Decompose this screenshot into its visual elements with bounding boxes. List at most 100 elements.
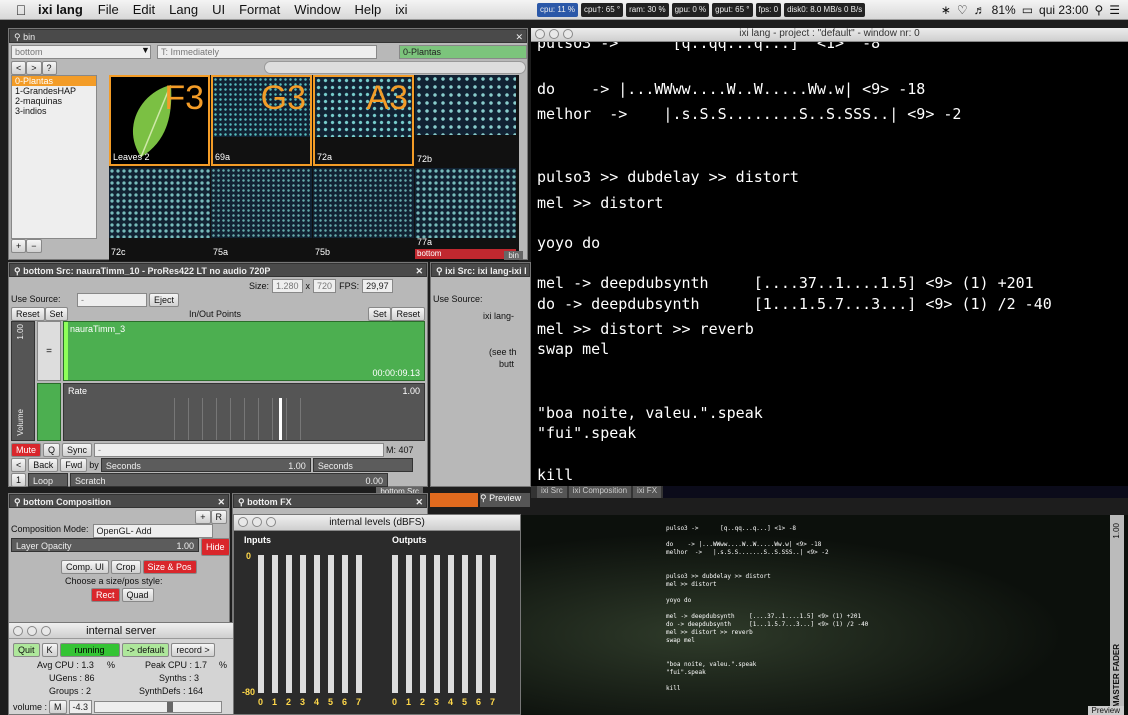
code-line[interactable]: do -> deepdubsynth [1...1.5.7...3...] <9… bbox=[537, 295, 1052, 313]
hide-button[interactable]: Hide bbox=[201, 538, 230, 556]
folder-item[interactable]: 2-maquinas bbox=[12, 96, 96, 106]
remove-folder-button[interactable]: − bbox=[26, 239, 42, 253]
quad-button[interactable]: Quad bbox=[121, 588, 154, 602]
size-pos-button[interactable]: Size & Pos bbox=[142, 560, 197, 574]
use-source-select[interactable]: - bbox=[77, 293, 147, 307]
loop-select[interactable]: Loop bbox=[28, 473, 69, 487]
notification-center-icon[interactable]: ☰ bbox=[1109, 3, 1120, 17]
prev-button[interactable]: < bbox=[11, 61, 27, 75]
apple-icon[interactable]:  bbox=[10, 2, 32, 18]
seconds-slider[interactable]: Seconds 1.00 bbox=[100, 458, 311, 472]
window-controls[interactable] bbox=[535, 29, 577, 42]
menu-file[interactable]: File bbox=[91, 2, 126, 17]
rect-button[interactable]: Rect bbox=[91, 588, 120, 602]
thumbnail[interactable]: 75b bbox=[313, 168, 414, 259]
close-icon[interactable]: ✕ bbox=[515, 30, 523, 44]
set-out-button[interactable]: Set bbox=[367, 307, 392, 321]
add-folder-button[interactable]: + bbox=[11, 239, 27, 253]
folder-select[interactable]: 0-Plantas bbox=[399, 45, 527, 59]
thumbnail[interactable]: G3 69a bbox=[211, 75, 312, 166]
menu-ixi[interactable]: ixi bbox=[388, 2, 414, 17]
sync-button[interactable]: Sync bbox=[62, 443, 93, 457]
code-line[interactable]: mel >> distort >> reverb bbox=[537, 320, 754, 338]
window-controls[interactable] bbox=[13, 625, 55, 641]
seconds-unit-select[interactable]: Seconds bbox=[312, 458, 413, 472]
folder-item[interactable]: 0-Plantas bbox=[12, 76, 96, 86]
tab-ixi-composition[interactable]: ixi Composition bbox=[568, 486, 632, 498]
menu-format[interactable]: Format bbox=[232, 2, 287, 17]
reset-button[interactable]: Reset bbox=[11, 307, 45, 321]
thumbnail[interactable]: 72c bbox=[109, 168, 210, 259]
close-icon[interactable]: ✕ bbox=[415, 264, 423, 278]
mute-server-button[interactable]: M bbox=[49, 700, 67, 714]
height-field[interactable]: 720 bbox=[313, 279, 337, 293]
rewind-button[interactable]: < bbox=[11, 458, 27, 472]
close-icon[interactable]: ✕ bbox=[415, 495, 423, 509]
menu-app-name[interactable]: ixi lang bbox=[32, 2, 91, 17]
tab-bin[interactable]: bin bbox=[504, 251, 523, 260]
clip-region[interactable]: nauraTimm_3 00:00:09.13 bbox=[63, 321, 425, 381]
close-icon[interactable]: ✕ bbox=[217, 495, 225, 509]
eject-button[interactable]: Eject bbox=[149, 293, 180, 307]
code-line[interactable]: pulso3 >> dubdelay >> distort bbox=[537, 168, 799, 186]
sync-select[interactable]: - bbox=[94, 443, 385, 457]
battery-percent[interactable]: 81% bbox=[992, 3, 1016, 17]
add-button[interactable]: + bbox=[195, 510, 211, 524]
rate-slider[interactable]: Rate 1.00 bbox=[63, 383, 425, 441]
code-line[interactable]: mel -> deepdubsynth [....37..1....1.5] <… bbox=[537, 274, 1034, 292]
menu-lang[interactable]: Lang bbox=[162, 2, 205, 17]
code-line[interactable]: melhor -> |.s.S.S........S..S.SSS..| <9>… bbox=[537, 105, 961, 123]
tab-ixi-src[interactable]: ixi Src bbox=[537, 486, 567, 498]
folder-item[interactable]: 1-GrandesHAP bbox=[12, 86, 96, 96]
fps-field[interactable]: 29,97 bbox=[362, 279, 393, 293]
k-button[interactable]: K bbox=[41, 643, 58, 657]
code-line[interactable]: "fui".speak bbox=[537, 424, 636, 442]
window-controls[interactable] bbox=[238, 517, 280, 533]
thumbnail[interactable]: 77a bottom bbox=[415, 168, 516, 259]
code-line[interactable]: mel >> distort bbox=[537, 194, 663, 212]
server-volume-slider[interactable] bbox=[94, 701, 223, 713]
fwd-button[interactable]: Fwd bbox=[60, 458, 88, 472]
reset-out-button[interactable]: Reset bbox=[391, 307, 425, 321]
battery-icon[interactable]: ▭ bbox=[1022, 3, 1033, 17]
opacity-slider[interactable]: Layer Opacity 1.00 bbox=[11, 538, 199, 552]
thumbnail[interactable]: F3 Leaves 2 bbox=[109, 75, 210, 166]
volume-icon[interactable]: ♬ bbox=[974, 3, 986, 17]
layer-select[interactable]: bottom bbox=[11, 45, 151, 59]
preview-search-tab[interactable]: ⚲ Preview bbox=[480, 493, 530, 507]
record-button[interactable]: record > bbox=[171, 643, 215, 657]
chevron-down-icon[interactable]: ▼ bbox=[141, 45, 150, 55]
ixi-lang-editor[interactable]: pulso3 -> [q..qq...q...] <1> -8 do -> |..… bbox=[531, 42, 1128, 486]
r-button[interactable]: R bbox=[210, 510, 227, 524]
help-button[interactable]: ? bbox=[41, 61, 57, 75]
code-line[interactable]: pulso3 -> [q..qq...q...] <1> -8 bbox=[537, 42, 880, 52]
position-handle[interactable]: = bbox=[37, 321, 61, 381]
master-fader[interactable]: 1.00 MASTER FADER bbox=[1110, 515, 1124, 715]
thumbnail[interactable]: 75a bbox=[211, 168, 312, 259]
thumbnail[interactable]: 72b bbox=[415, 75, 516, 166]
next-button[interactable]: > bbox=[26, 61, 42, 75]
comp-ui-button[interactable]: Comp. UI bbox=[61, 560, 110, 574]
mute-button[interactable]: Mute bbox=[11, 443, 42, 457]
scratch-slider[interactable]: Scratch 0.00 bbox=[70, 473, 389, 487]
menu-ui[interactable]: UI bbox=[205, 2, 232, 17]
code-line[interactable]: "boa noite, valeu.".speak bbox=[537, 404, 763, 422]
set-button[interactable]: Set bbox=[44, 307, 69, 321]
code-line[interactable]: swap mel bbox=[537, 340, 609, 358]
menu-window[interactable]: Window bbox=[287, 2, 347, 17]
volume-slider[interactable]: 1.00 Volume bbox=[11, 321, 35, 441]
wifi-icon[interactable]: ♡ bbox=[957, 3, 968, 17]
menu-edit[interactable]: Edit bbox=[126, 2, 162, 17]
default-button[interactable]: -> default bbox=[121, 643, 170, 657]
folder-item[interactable]: 3-indios bbox=[12, 106, 96, 116]
crop-button[interactable]: Crop bbox=[111, 560, 141, 574]
rate-handle[interactable] bbox=[37, 383, 61, 441]
mode-select[interactable]: OpenGL- Add bbox=[92, 524, 213, 538]
loop-toggle[interactable]: 1 bbox=[11, 473, 27, 487]
thumbnail[interactable]: A3 72a bbox=[313, 75, 414, 166]
code-line[interactable]: kill bbox=[537, 466, 573, 484]
bluetooth-icon[interactable]: ∗ bbox=[941, 3, 951, 17]
q-button[interactable]: Q bbox=[43, 443, 61, 457]
clock[interactable]: qui 23:00 bbox=[1039, 3, 1088, 17]
tab-ixi-fx[interactable]: ixi FX bbox=[633, 486, 662, 498]
